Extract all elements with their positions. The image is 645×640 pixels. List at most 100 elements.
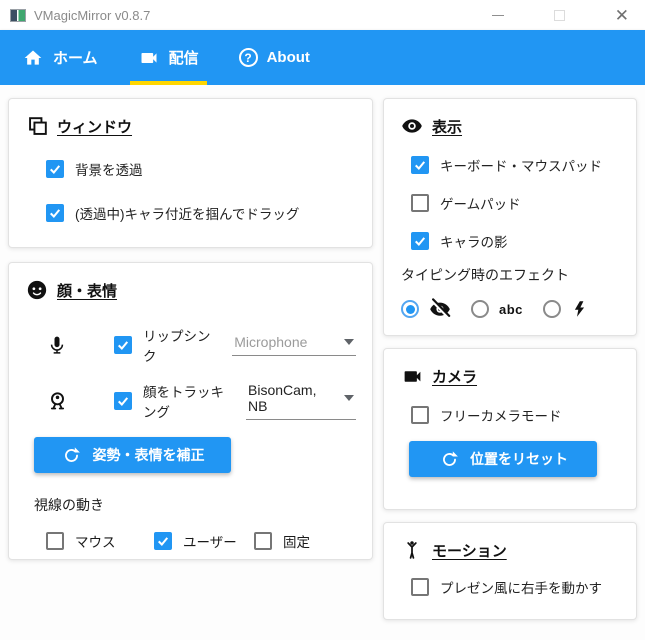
char-shadow-checkbox[interactable] (411, 232, 429, 250)
left-column: ウィンドウ 背景を透過 (透過中)キャラ付近を掴んでドラッグ 顔・表情 リップシ… (8, 98, 373, 640)
tab-home[interactable]: ホーム (14, 30, 106, 85)
effect-none-radio[interactable] (401, 300, 419, 318)
keyboard-mousepad-checkbox[interactable] (411, 156, 429, 174)
right-column: 表示 キーボード・マウスパッド ゲームパッド キャラの影 タイピング時のエフェク… (383, 98, 637, 640)
home-icon (22, 47, 44, 69)
microphone-select-value: Microphone (234, 334, 308, 350)
refresh-icon (61, 444, 83, 466)
chevron-down-icon (344, 395, 354, 401)
window-card-header: ウィンドウ (26, 115, 356, 137)
typing-effect-options: abc (401, 298, 620, 320)
face-card-header: 顔・表情 (26, 279, 356, 301)
abc-text: abc (499, 301, 523, 317)
close-icon[interactable]: ✕ (615, 7, 629, 24)
drag-char-label: (透過中)キャラ付近を掴んでドラッグ (75, 207, 300, 222)
camera-card-title: カメラ (432, 368, 478, 386)
windows-overlap-icon (26, 115, 48, 137)
microphone-select[interactable]: Microphone (232, 334, 356, 356)
free-camera-row: フリーカメラモード (411, 405, 620, 425)
transparent-bg-row: 背景を透過 (46, 159, 356, 179)
tab-stream[interactable]: 配信 (129, 30, 207, 85)
lip-sync-checkbox[interactable] (114, 336, 132, 354)
person-arms-up-icon (401, 539, 423, 561)
face-tracking-row: 顔をトラッキング BisonCam, NB (46, 381, 356, 421)
camera-card-header: カメラ (401, 365, 620, 387)
calibrate-button[interactable]: 姿勢・表情を補正 (34, 437, 231, 473)
face-card-title: 顔・表情 (57, 282, 118, 300)
reset-position-button-label: 位置をリセット (470, 451, 568, 467)
motion-card-header: モーション (401, 539, 620, 561)
gaze-options-row: マウス ユーザー 固定 (46, 531, 356, 551)
motion-card-title: モーション (432, 542, 507, 560)
eye-off-icon (429, 298, 451, 320)
refresh-icon (438, 448, 460, 470)
gaze-section-label: 視線の動き (34, 497, 104, 513)
maximize-icon[interactable] (553, 9, 565, 21)
effect-none-option (401, 298, 451, 320)
reset-position-button[interactable]: 位置をリセット (409, 441, 597, 477)
tab-about-label: About (266, 49, 310, 66)
face-tracking-checkbox[interactable] (114, 392, 132, 410)
nav-bar: ホーム 配信 ? About (0, 30, 645, 85)
keyboard-mousepad-label: キーボード・マウスパッド (440, 159, 602, 174)
gaze-mouse-label: マウス (75, 535, 116, 550)
gaze-user-option: ユーザー (154, 531, 254, 551)
presentation-row: プレゼン風に右手を動かす (411, 577, 620, 597)
window-title: VMagicMirror v0.8.7 (34, 7, 151, 23)
free-camera-checkbox[interactable] (411, 406, 429, 424)
window-controls: ✕ (491, 7, 635, 24)
effect-abc-radio[interactable] (471, 300, 489, 318)
window-settings-card: ウィンドウ 背景を透過 (透過中)キャラ付近を掴んでドラッグ (8, 98, 373, 248)
presentation-checkbox[interactable] (411, 578, 429, 596)
transparent-bg-checkbox[interactable] (46, 160, 64, 178)
gamepad-checkbox[interactable] (411, 194, 429, 212)
video-camera-icon (138, 47, 160, 69)
effect-abc-option: abc (471, 300, 523, 318)
effect-lightning-option (542, 298, 591, 320)
gaze-user-checkbox[interactable] (154, 532, 172, 550)
gaze-mouse-checkbox[interactable] (46, 532, 64, 550)
window-card-title: ウィンドウ (57, 118, 133, 136)
display-card-title: 表示 (432, 118, 463, 136)
effect-lightning-radio[interactable] (542, 300, 561, 318)
camera-device-select-value: BisonCam, NB (248, 382, 317, 414)
face-expression-card: 顔・表情 リップシンク Microphone 顔をトラッキング BisonCam… (8, 262, 373, 560)
keyboard-mousepad-row: キーボード・マウスパッド (411, 155, 620, 175)
gaze-fixed-option: 固定 (254, 531, 310, 551)
webcam-icon (46, 390, 68, 412)
gaze-mouse-option: マウス (46, 531, 154, 551)
display-settings-card: 表示 キーボード・マウスパッド ゲームパッド キャラの影 タイピング時のエフェク… (383, 98, 637, 336)
gaze-fixed-label: 固定 (283, 535, 310, 550)
char-shadow-label: キャラの影 (440, 235, 508, 250)
typing-effect-label: タイピング時のエフェクト (401, 267, 569, 283)
lip-sync-row: リップシンク Microphone (46, 325, 356, 365)
motion-settings-card: モーション プレゼン風に右手を動かす (383, 522, 637, 620)
camera-device-select[interactable]: BisonCam, NB (246, 382, 356, 420)
face-tracking-label: 顔をトラッキング (143, 385, 224, 420)
gaze-fixed-checkbox[interactable] (254, 532, 272, 550)
drag-char-checkbox[interactable] (46, 204, 64, 222)
app-icon (10, 8, 26, 22)
free-camera-label: フリーカメラモード (440, 409, 562, 424)
tab-stream-label: 配信 (168, 50, 199, 67)
camera-settings-card: カメラ フリーカメラモード 位置をリセット (383, 348, 637, 510)
eye-icon (401, 115, 423, 137)
tab-home-label: ホーム (53, 50, 98, 67)
lightning-icon (569, 298, 591, 320)
chevron-down-icon (344, 339, 354, 345)
content-area: ウィンドウ 背景を透過 (透過中)キャラ付近を掴んでドラッグ 顔・表情 リップシ… (0, 85, 645, 640)
gaze-user-label: ユーザー (183, 535, 237, 550)
video-camera-icon (401, 365, 423, 387)
char-shadow-row: キャラの影 (411, 231, 620, 251)
lip-sync-label: リップシンク (143, 329, 211, 364)
presentation-label: プレゼン風に右手を動かす (440, 581, 602, 596)
title-bar: VMagicMirror v0.8.7 ✕ (0, 0, 645, 30)
help-icon: ? (238, 48, 258, 67)
gamepad-label: ゲームパッド (440, 197, 521, 212)
display-card-header: 表示 (401, 115, 620, 137)
face-icon (26, 279, 48, 301)
tab-about[interactable]: ? About (231, 30, 318, 85)
microphone-icon (46, 334, 68, 356)
minimize-icon[interactable] (491, 14, 504, 16)
calibrate-button-label: 姿勢・表情を補正 (92, 447, 205, 463)
